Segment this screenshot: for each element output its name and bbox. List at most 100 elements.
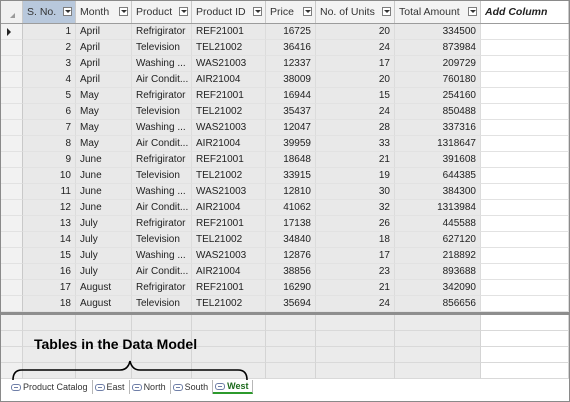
cell-product-id[interactable]: TEL21002 [192,104,266,120]
row-selector[interactable] [1,40,23,56]
cell-month[interactable]: June [76,168,132,184]
cell-month[interactable]: April [76,56,132,72]
cell-month[interactable]: April [76,40,132,56]
cell-product-id[interactable]: AIR21004 [192,200,266,216]
cell-total-amount[interactable]: 760180 [395,72,481,88]
cell-no-of-units[interactable]: 24 [316,104,395,120]
cell-add-column[interactable] [481,88,569,104]
cell-month[interactable]: May [76,88,132,104]
cell-add-column[interactable] [481,216,569,232]
tab-product-catalog[interactable]: Product Catalog [9,380,93,394]
cell-total-amount[interactable]: 391608 [395,152,481,168]
cell-no-of-units[interactable]: 21 [316,152,395,168]
cell-s-no[interactable]: 1 [23,24,76,40]
cell-month[interactable]: August [76,280,132,296]
cell-add-column[interactable] [481,40,569,56]
cell-no-of-units[interactable]: 21 [316,280,395,296]
column-header-product[interactable]: Product [132,1,192,23]
cell-add-column[interactable] [481,200,569,216]
filter-dropdown-icon[interactable] [119,7,128,16]
filter-dropdown-icon[interactable] [253,7,262,16]
row-selector[interactable] [1,136,23,152]
cell-no-of-units[interactable]: 20 [316,24,395,40]
cell-total-amount[interactable]: 342090 [395,280,481,296]
column-header-month[interactable]: Month [76,1,132,23]
tab-west[interactable]: West [213,380,254,394]
cell-no-of-units[interactable]: 32 [316,200,395,216]
cell-no-of-units[interactable]: 17 [316,248,395,264]
row-selector-current[interactable] [1,24,23,40]
cell-product-id[interactable]: REF21001 [192,24,266,40]
cell-s-no[interactable]: 7 [23,120,76,136]
cell-s-no[interactable]: 9 [23,152,76,168]
table-row[interactable]: 2 April Television TEL21002 36416 24 873984 [1,40,569,56]
tab-north[interactable]: North [129,380,171,394]
calculation-cell[interactable] [481,315,569,331]
cell-month[interactable]: July [76,264,132,280]
cell-add-column[interactable] [481,248,569,264]
cell-price[interactable]: 12810 [266,184,316,200]
cell-s-no[interactable]: 3 [23,56,76,72]
column-header-total-amount[interactable]: Total Amount [395,1,481,23]
cell-product[interactable]: Refrigirator [132,216,192,232]
table-row[interactable]: 15 July Washing ... WAS21003 12876 17 218892 [1,248,569,264]
table-row[interactable]: 18 August Television TEL21002 35694 24 856656 [1,296,569,312]
cell-product[interactable]: Air Condit... [132,136,192,152]
cell-product[interactable]: Television [132,232,192,248]
select-all-corner[interactable] [1,1,23,23]
cell-product[interactable]: Air Condit... [132,200,192,216]
row-selector[interactable] [1,168,23,184]
calculation-cell[interactable] [266,331,316,347]
table-row[interactable]: 12 June Air Condit... AIR21004 41062 32 131398… [1,200,569,216]
calculation-cell[interactable] [192,315,266,331]
cell-product[interactable]: Air Condit... [132,264,192,280]
cell-month[interactable]: June [76,200,132,216]
calculation-cell[interactable] [266,315,316,331]
cell-total-amount[interactable]: 218892 [395,248,481,264]
cell-no-of-units[interactable]: 18 [316,232,395,248]
cell-total-amount[interactable]: 334500 [395,24,481,40]
cell-total-amount[interactable]: 209729 [395,56,481,72]
table-row[interactable]: 4 April Air Condit... AIR21004 38009 20 760180 [1,72,569,88]
cell-product[interactable]: Refrigirator [132,88,192,104]
cell-product[interactable]: Washing ... [132,56,192,72]
cell-month[interactable]: August [76,296,132,312]
cell-month[interactable]: April [76,24,132,40]
table-row[interactable]: 17 August Refrigirator REF21001 16290 21 34209… [1,280,569,296]
cell-month[interactable]: May [76,136,132,152]
cell-s-no[interactable]: 17 [23,280,76,296]
cell-price[interactable]: 16944 [266,88,316,104]
calculation-cell[interactable] [481,331,569,347]
cell-price[interactable]: 16725 [266,24,316,40]
cell-product-id[interactable]: AIR21004 [192,264,266,280]
cell-price[interactable]: 12876 [266,248,316,264]
row-selector[interactable] [1,72,23,88]
cell-product[interactable]: Refrigirator [132,24,192,40]
cell-add-column[interactable] [481,296,569,312]
row-selector[interactable] [1,88,23,104]
cell-s-no[interactable]: 5 [23,88,76,104]
cell-s-no[interactable]: 4 [23,72,76,88]
cell-price[interactable]: 33915 [266,168,316,184]
cell-add-column[interactable] [481,120,569,136]
table-row[interactable]: 10 June Television TEL21002 33915 19 644385 [1,168,569,184]
cell-product-id[interactable]: REF21001 [192,152,266,168]
cell-month[interactable]: July [76,232,132,248]
table-row[interactable]: 5 May Refrigirator REF21001 16944 15 254160 [1,88,569,104]
cell-add-column[interactable] [481,232,569,248]
cell-total-amount[interactable]: 856656 [395,296,481,312]
cell-total-amount[interactable]: 1313984 [395,200,481,216]
cell-product-id[interactable]: TEL21002 [192,296,266,312]
cell-product[interactable]: Refrigirator [132,280,192,296]
cell-product[interactable]: Television [132,296,192,312]
calculation-cell[interactable] [316,363,395,379]
cell-add-column[interactable] [481,72,569,88]
row-selector[interactable] [1,56,23,72]
cell-no-of-units[interactable]: 17 [316,56,395,72]
row-selector[interactable] [1,200,23,216]
tab-east[interactable]: East [92,380,130,394]
calculation-cell[interactable] [395,331,481,347]
cell-product[interactable]: Television [132,104,192,120]
filter-dropdown-icon[interactable] [382,7,391,16]
cell-add-column[interactable] [481,184,569,200]
